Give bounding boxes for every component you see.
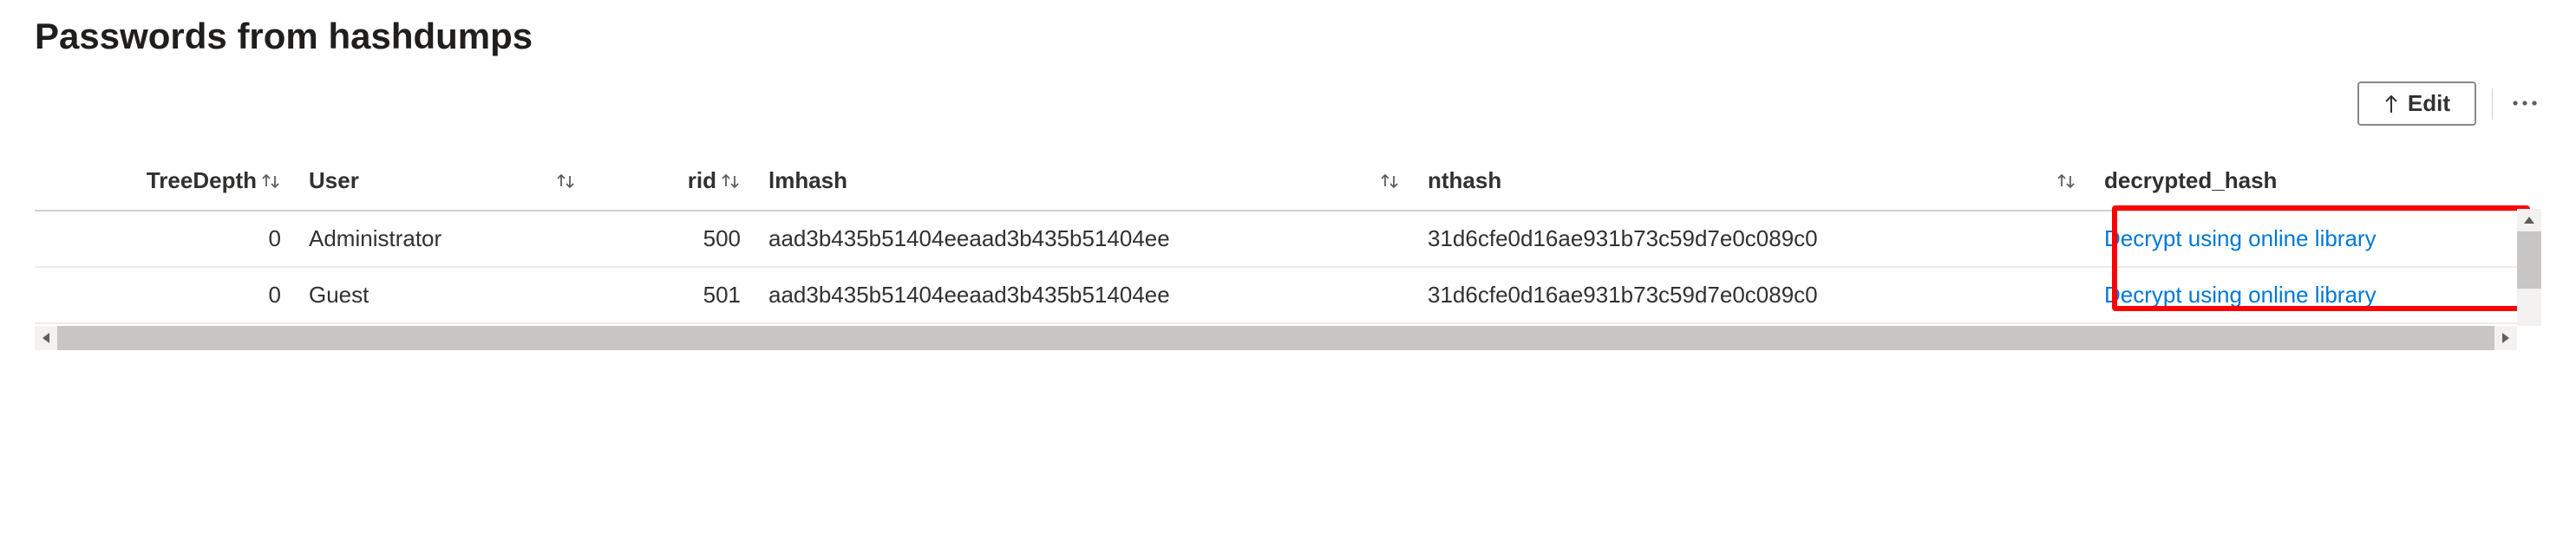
sort-icon — [720, 172, 741, 191]
more-button[interactable] — [2508, 92, 2541, 115]
col-label-user: User — [309, 167, 359, 194]
decrypt-link[interactable]: Decrypt using online library — [2104, 282, 2377, 308]
arrow-up-icon — [2383, 94, 2399, 114]
cell-rid: 500 — [590, 211, 755, 267]
cell-lmhash: aad3b435b51404eeaad3b435b51404ee — [755, 267, 1414, 323]
cell-nthash: 31d6cfe0d16ae931b73c59d7e0c089c0 — [1414, 211, 2090, 267]
column-header-rid[interactable]: rid — [590, 157, 755, 211]
sort-icon — [555, 172, 576, 191]
hashdump-table: TreeDepth — [35, 157, 2541, 324]
table-header-row: TreeDepth — [35, 157, 2541, 211]
column-header-nthash[interactable]: nthash — [1414, 157, 2090, 211]
table-container: TreeDepth — [35, 157, 2541, 350]
scroll-right-arrow-icon[interactable] — [2494, 332, 2517, 344]
table-row[interactable]: 0 Administrator 500 aad3b435b51404eeaad3… — [35, 211, 2541, 267]
scroll-up-arrow-icon[interactable] — [2517, 209, 2541, 231]
column-header-lmhash[interactable]: lmhash — [755, 157, 1414, 211]
col-label-rid: rid — [688, 167, 716, 194]
table-row[interactable]: 0 Guest 501 aad3b435b51404eeaad3b435b514… — [35, 267, 2541, 323]
cell-treedepth: 0 — [35, 211, 295, 267]
toolbar: Edit — [35, 81, 2541, 126]
column-header-user[interactable]: User — [295, 157, 590, 211]
edit-label: Edit — [2408, 90, 2450, 117]
col-label-treedepth: TreeDepth — [147, 167, 257, 194]
cell-user: Administrator — [295, 211, 590, 267]
cell-rid: 501 — [590, 267, 755, 323]
horizontal-scrollbar[interactable] — [35, 326, 2517, 350]
sort-icon — [1379, 172, 1400, 191]
scroll-left-arrow-icon[interactable] — [35, 332, 57, 344]
cell-treedepth: 0 — [35, 267, 295, 323]
col-label-lmhash: lmhash — [768, 167, 847, 194]
vertical-scrollbar[interactable] — [2517, 209, 2541, 326]
ellipsis-icon — [2512, 97, 2538, 110]
vertical-scrollbar-thumb[interactable] — [2517, 231, 2541, 289]
decrypt-link[interactable]: Decrypt using online library — [2104, 225, 2377, 251]
sort-icon — [260, 172, 281, 191]
edit-button[interactable]: Edit — [2357, 81, 2476, 126]
cell-lmhash: aad3b435b51404eeaad3b435b51404ee — [755, 211, 1414, 267]
sort-icon — [2056, 172, 2076, 191]
col-label-nthash: nthash — [1428, 167, 1501, 194]
cell-nthash: 31d6cfe0d16ae931b73c59d7e0c089c0 — [1414, 267, 2090, 323]
column-header-treedepth[interactable]: TreeDepth — [35, 157, 295, 211]
cell-decrypted: Decrypt using online library — [2090, 211, 2541, 267]
cell-user: Guest — [295, 267, 590, 323]
toolbar-divider — [2492, 88, 2493, 120]
cell-decrypted: Decrypt using online library — [2090, 267, 2541, 323]
page-title: Passwords from hashdumps — [35, 16, 2541, 57]
column-header-decrypted[interactable]: decrypted_hash — [2090, 157, 2541, 211]
horizontal-scrollbar-thumb[interactable] — [57, 326, 2494, 350]
col-label-decrypted: decrypted_hash — [2104, 167, 2277, 194]
